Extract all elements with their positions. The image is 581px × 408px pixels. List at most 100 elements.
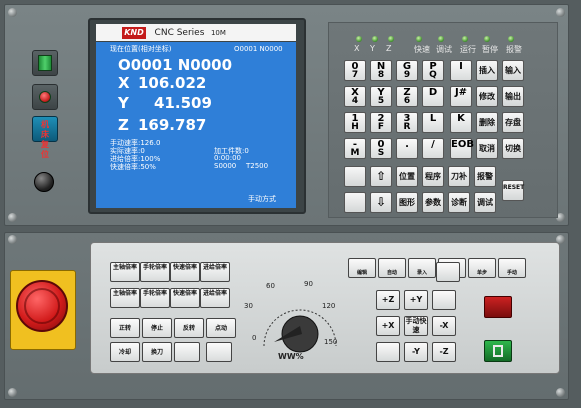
series-label: CNC Series (154, 28, 205, 38)
axis-button-8[interactable]: -Z (432, 342, 456, 362)
led-label-0: X (354, 44, 360, 53)
cursor-up-key[interactable]: ⇧ (370, 166, 392, 187)
mode-button-2[interactable]: 录入 (408, 258, 436, 278)
dial-label-120: 120 (322, 302, 336, 310)
key-main-label: J# (454, 87, 468, 98)
mode-label: 手动方式 (248, 195, 276, 203)
bottom-key-1-0[interactable]: 图形 (396, 192, 418, 213)
key-sub-label: F (377, 122, 385, 132)
func-key-0-1[interactable]: 输入 (502, 60, 524, 81)
axis-button-4[interactable]: 手动快速 (404, 316, 428, 336)
key-r2-c1[interactable]: 2F (370, 112, 392, 133)
key-switch-knob[interactable] (34, 172, 54, 192)
key-r1-c0[interactable]: X4 (344, 86, 366, 107)
cycle-run-button[interactable] (484, 340, 512, 362)
bottom-key-0-2[interactable]: 刀补 (448, 166, 470, 187)
spindle-button-3[interactable]: 点动 (206, 318, 236, 338)
led-label-6: 暂停 (482, 45, 498, 54)
screw-icon (8, 8, 17, 17)
mode-button-4[interactable]: 单步 (468, 258, 496, 278)
rate-button-1-0[interactable]: 主轴倍率 (110, 288, 140, 308)
key-sub-label: H (351, 122, 359, 132)
key-r1-c4[interactable]: J# (450, 86, 472, 107)
rate-button-1-3[interactable]: 进给倍率 (200, 288, 230, 308)
rate-button-0-2[interactable]: 快速倍率 (170, 262, 200, 282)
func-key-3-1[interactable]: 切换 (502, 138, 524, 159)
key-r1-c2[interactable]: Z6 (396, 86, 418, 107)
blank-axis-button[interactable] (436, 262, 460, 282)
axis-button-7[interactable]: -Y (404, 342, 428, 362)
led-label-1: Y (370, 44, 375, 53)
key-r3-c0[interactable]: -M (344, 138, 366, 159)
bottom-key-0-1[interactable]: 程序 (422, 166, 444, 187)
program-ref: O0001 N0000 (234, 45, 283, 53)
cursor-down-key[interactable]: ⇩ (370, 192, 392, 213)
rate-button-0-0[interactable]: 主轴倍率 (110, 262, 140, 282)
bottom-key-1-1[interactable]: 参数 (422, 192, 444, 213)
bottom-key-0-3[interactable]: 报警 (474, 166, 496, 187)
func-key-3-0[interactable]: 取消 (476, 138, 498, 159)
key-r2-c0[interactable]: 1H (344, 112, 366, 133)
mode-button-5[interactable]: 手动 (498, 258, 526, 278)
axis-button-0[interactable]: +Z (376, 290, 400, 310)
misc-button-1[interactable]: 换刀 (142, 342, 172, 362)
spindle-button-0[interactable]: 正转 (110, 318, 140, 338)
key-r3-c3[interactable]: / (422, 138, 444, 159)
key-r0-c0[interactable]: 07 (344, 60, 366, 81)
page-down-key[interactable] (344, 192, 366, 213)
bottom-key-0-0[interactable]: 位置 (396, 166, 418, 187)
key-r0-c3[interactable]: PQ (422, 60, 444, 81)
rate-button-0-1[interactable]: 手轮倍率 (140, 262, 170, 282)
blank-button-1[interactable] (174, 342, 200, 362)
key-r3-c2[interactable]: . (396, 138, 418, 159)
key-r2-c3[interactable]: L (422, 112, 444, 133)
feed-hold-button[interactable] (32, 84, 58, 110)
program-protect-button[interactable] (484, 296, 512, 318)
func-key-1-0[interactable]: 修改 (476, 86, 498, 107)
axis-button-3[interactable]: +X (376, 316, 400, 336)
led-3-icon (416, 36, 422, 42)
key-sub-label: 4 (351, 96, 359, 106)
spindle-button-2[interactable]: 反转 (174, 318, 204, 338)
cycle-start-button[interactable] (32, 50, 58, 76)
mode-button-0[interactable]: 编辑 (348, 258, 376, 278)
y-axis-label: Y (118, 94, 129, 112)
bottom-key-1-2[interactable]: 诊断 (448, 192, 470, 213)
rate-button-1-1[interactable]: 手轮倍率 (140, 288, 170, 308)
position-title: 现在位置(相对坐标) (110, 45, 172, 53)
axis-button-5[interactable]: -X (432, 316, 456, 336)
spindle-button-1[interactable]: 停止 (142, 318, 172, 338)
reset-key[interactable]: RESET (502, 180, 524, 201)
key-r3-c4[interactable]: EOB (450, 138, 474, 159)
key-r0-c1[interactable]: N8 (370, 60, 392, 81)
key-r0-c2[interactable]: G9 (396, 60, 418, 81)
misc-button-0[interactable]: 冷却 (110, 342, 140, 362)
program-line: O0001 N0000 (118, 56, 233, 74)
key-r1-c1[interactable]: Y5 (370, 86, 392, 107)
machine-reset-button[interactable]: 机床复位 (32, 116, 58, 159)
key-r0-c4[interactable]: I (450, 60, 472, 81)
func-key-2-0[interactable]: 删除 (476, 112, 498, 133)
mode-button-1[interactable]: 自动 (378, 258, 406, 278)
rate-button-1-2[interactable]: 快速倍率 (170, 288, 200, 308)
led-label-5: 运行 (460, 45, 476, 54)
key-r2-c4[interactable]: K (450, 112, 472, 133)
key-r2-c2[interactable]: 3R (396, 112, 418, 133)
screw-icon (556, 8, 565, 17)
led-6-icon (484, 36, 490, 42)
key-r3-c1[interactable]: 0S (370, 138, 392, 159)
blank-button-2[interactable] (206, 342, 232, 362)
func-key-0-0[interactable]: 插入 (476, 60, 498, 81)
axis-button-6[interactable] (376, 342, 400, 362)
bottom-key-1-3[interactable]: 调试 (474, 192, 496, 213)
page-up-key[interactable] (344, 166, 366, 187)
screw-icon (8, 213, 17, 222)
axis-button-2[interactable] (432, 290, 456, 310)
key-r1-c3[interactable]: D (422, 86, 444, 107)
func-key-1-1[interactable]: 输出 (502, 86, 524, 107)
run-indicator-icon (493, 345, 503, 357)
func-key-2-1[interactable]: 存盘 (502, 112, 524, 133)
axis-button-1[interactable]: +Y (404, 290, 428, 310)
rate-button-0-3[interactable]: 进给倍率 (200, 262, 230, 282)
green-indicator-icon (38, 55, 52, 71)
